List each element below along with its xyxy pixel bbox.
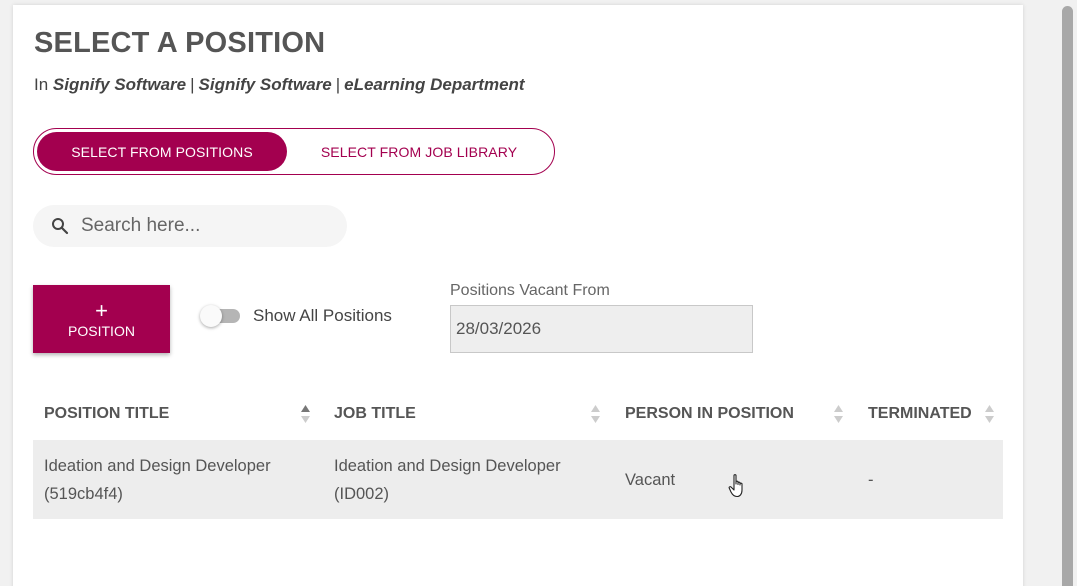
- tab-select-from-job-library[interactable]: SELECT FROM JOB LIBRARY: [287, 132, 551, 171]
- column-header-position-title[interactable]: POSITION TITLE: [33, 395, 323, 433]
- positions-vacant-from-label: Positions Vacant From: [450, 282, 610, 299]
- plus-icon: +: [95, 297, 108, 323]
- position-code-text: (519cb4f4): [44, 484, 123, 503]
- sort-asc-icon: [301, 405, 310, 423]
- positions-vacant-from-field[interactable]: 28/03/2026: [450, 305, 753, 353]
- column-header-job-title[interactable]: JOB TITLE: [323, 395, 614, 433]
- breadcrumb-division: Signify Software: [198, 75, 332, 94]
- tab-select-from-positions[interactable]: SELECT FROM POSITIONS: [37, 132, 287, 171]
- table-header: POSITION TITLE JOB TITLE PERSON IN POSIT…: [33, 395, 1003, 433]
- column-header-label: TERMINATED: [868, 405, 972, 422]
- search-icon: [52, 218, 69, 235]
- sort-icon: [591, 405, 600, 423]
- column-header-person-in-position[interactable]: PERSON IN POSITION: [614, 395, 857, 433]
- hand-pointer-cursor-icon: [728, 474, 743, 498]
- position-title-text: Ideation and Design Developer: [44, 456, 271, 475]
- cell-position-title: Ideation and Design Developer (519cb4f4): [33, 452, 323, 508]
- select-position-panel: SELECT A POSITION In Signify Software | Si…: [13, 5, 1023, 586]
- position-source-tabs: SELECT FROM POSITIONS SELECT FROM JOB LI…: [33, 128, 555, 175]
- add-position-button[interactable]: + POSITION: [33, 285, 170, 353]
- job-title-text: Ideation and Design Developer: [334, 456, 561, 475]
- breadcrumb-department: eLearning Department: [344, 75, 525, 94]
- sort-icon: [834, 405, 843, 423]
- page-title: SELECT A POSITION: [34, 27, 326, 59]
- breadcrumb-company: Signify Software: [52, 75, 187, 94]
- page-scrollbar[interactable]: [1060, 0, 1077, 586]
- show-all-positions-control: Show All Positions: [200, 304, 392, 328]
- search-box: [33, 205, 347, 247]
- breadcrumb-separator: |: [190, 75, 195, 94]
- breadcrumb: In Signify Software | Signify Software | eLe…: [34, 75, 525, 95]
- column-header-label: POSITION TITLE: [44, 405, 170, 422]
- add-position-label: POSITION: [68, 322, 135, 339]
- column-header-label: JOB TITLE: [334, 405, 416, 422]
- toggle-knob: [200, 305, 222, 327]
- table-row[interactable]: Ideation and Design Developer (519cb4f4)…: [33, 440, 1003, 519]
- scrollbar-thumb[interactable]: [1062, 6, 1073, 586]
- show-all-positions-label: Show All Positions: [253, 306, 392, 325]
- breadcrumb-separator: |: [335, 75, 341, 94]
- job-code-text: (ID002): [334, 484, 390, 503]
- breadcrumb-prefix: In: [34, 75, 49, 94]
- positions-table: POSITION TITLE JOB TITLE PERSON IN POSIT…: [33, 395, 1003, 519]
- show-all-positions-toggle[interactable]: [200, 304, 240, 328]
- cell-job-title: Ideation and Design Developer (ID002): [323, 452, 614, 508]
- column-header-label: PERSON IN POSITION: [625, 405, 794, 422]
- search-input[interactable]: [81, 215, 311, 237]
- sort-icon: [985, 405, 994, 423]
- cell-terminated: -: [868, 470, 874, 489]
- column-header-terminated[interactable]: TERMINATED: [857, 395, 1003, 433]
